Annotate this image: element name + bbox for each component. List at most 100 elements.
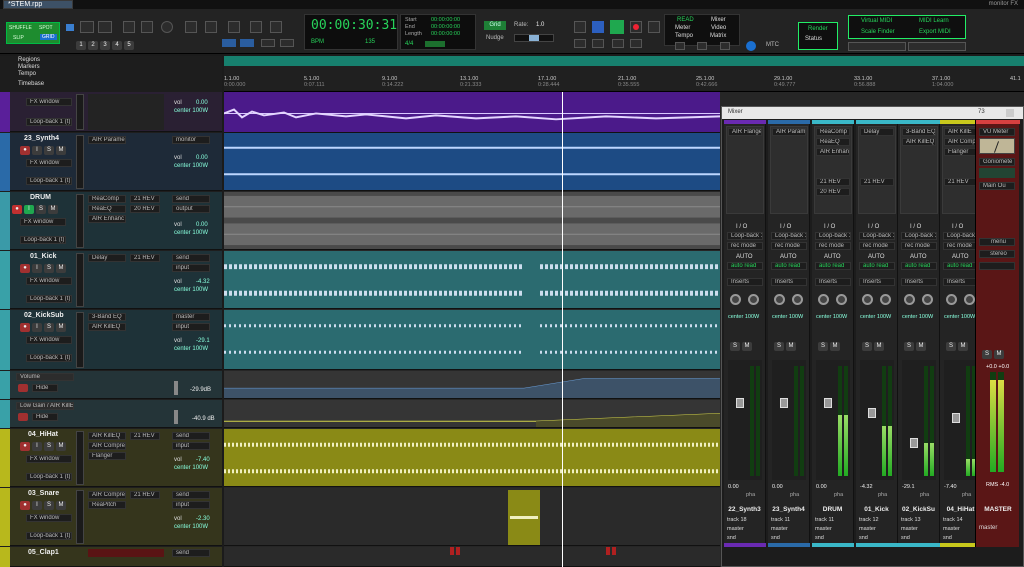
zoom-2-button[interactable]: 2 (88, 41, 98, 50)
clip-kicksub[interactable] (224, 310, 720, 370)
envelope-lowgain-lane[interactable] (224, 400, 720, 428)
mixer-strip-name[interactable]: 23_Synth4 (768, 506, 809, 513)
insert-slot-2[interactable]: ReaEQ (88, 205, 126, 213)
mixer-send-slot[interactable]: 21 REV (860, 178, 894, 186)
mixer-auto-mode-select[interactable]: auto read (771, 262, 807, 270)
status-button[interactable]: Status (805, 36, 822, 42)
redo-icon[interactable] (697, 42, 707, 50)
mixer-pan-value[interactable]: center 100W (944, 314, 975, 320)
mixer-send-route[interactable]: snd (859, 535, 868, 541)
output-select[interactable]: output (172, 205, 210, 213)
mixer-insert-slot[interactable]: AIR KillE (944, 128, 978, 136)
length-value[interactable]: 00:00:00:00 (431, 31, 460, 37)
solo-button[interactable]: S (44, 442, 54, 451)
mirror-midi-icon[interactable] (261, 39, 275, 47)
gear-icon[interactable] (908, 42, 966, 51)
insert-slot-1[interactable]: AIR Parame (88, 136, 126, 144)
bpm-value[interactable]: 135 (365, 39, 375, 45)
output-select[interactable]: monitor (172, 136, 210, 144)
start-value[interactable]: 00:00:00:00 (431, 17, 460, 23)
loopback-select[interactable]: Loop-back 1 (t) / - (26, 354, 72, 362)
send-knob[interactable] (836, 294, 847, 305)
help-icon[interactable] (746, 41, 756, 51)
mixer-pan-value[interactable]: center 100W (902, 314, 933, 320)
insert-slot-2[interactable]: AIR KillEQ (88, 323, 126, 331)
fx-window-button[interactable]: FX window (26, 336, 72, 344)
mute-button[interactable]: M (56, 146, 66, 155)
mixer-loopback-select[interactable]: Loop-back 1 (t) / - (859, 232, 895, 240)
clap-clip-2[interactable] (456, 547, 460, 555)
mixer-vol-value[interactable]: 0.00 (816, 484, 827, 490)
master-io-select[interactable] (979, 262, 1015, 270)
rate-slider-thumb[interactable] (529, 35, 539, 41)
mixer-loopback-select[interactable]: Loop-back 1 (t) / - (943, 232, 979, 240)
track-header-hihat[interactable]: 04_HiHat ● I S M FX window Loop-back 1 (t) … (0, 429, 222, 487)
track-header-kicksub[interactable]: 02_KickSub ● I S M FX window Loop-back 1 (t… (0, 310, 222, 370)
send-knob[interactable] (792, 294, 803, 305)
mixer-rec-mode-select[interactable]: rec mode (943, 242, 979, 250)
undo-icon[interactable] (675, 42, 685, 50)
rate-slider[interactable] (514, 34, 554, 42)
send-slot-1[interactable]: 21 REV (130, 195, 160, 203)
smart-tool-icon[interactable] (270, 21, 282, 33)
mute-button[interactable]: M (56, 264, 66, 273)
mixer-strip-name[interactable]: 02_KickSu (898, 506, 939, 513)
send-select[interactable]: send (172, 432, 210, 440)
record-arm-icon[interactable]: ● (20, 323, 30, 332)
clip-snare[interactable] (508, 490, 540, 545)
read-mode[interactable]: READ (677, 17, 694, 23)
mixer-loopback-select[interactable]: Loop-back 1 (t) / - (771, 232, 807, 240)
solo-button[interactable]: S (44, 146, 54, 155)
midi-learn-button[interactable]: MIDI Learn (919, 18, 949, 24)
mixer-insert-slot[interactable]: 3-Band EQ (902, 128, 936, 136)
phase-button[interactable]: pha (962, 492, 971, 498)
phase-button[interactable]: pha (878, 492, 887, 498)
tab-to-transient-icon[interactable] (240, 39, 254, 47)
project-tab[interactable]: *STEM.rpp (3, 0, 73, 9)
insert-rack[interactable] (770, 126, 808, 214)
lowgain-envelope-line[interactable] (224, 400, 720, 427)
track-header-drum[interactable]: DRUM ●ISM FX window Loop-back 1 (t) / - … (0, 192, 222, 250)
mixer-master-route[interactable]: master (815, 526, 832, 532)
mixer-strip-name[interactable]: DRUM (812, 506, 853, 513)
mixer-titlebar[interactable]: Mixer 73 (722, 107, 1023, 119)
loopback-select[interactable]: Loop-back 1 (t) / - (26, 177, 72, 185)
input-select[interactable]: input (172, 442, 210, 450)
mixer-vol-value[interactable]: 0.00 (728, 484, 739, 490)
mixer-master-route[interactable]: master (901, 526, 918, 532)
mixer-vol-value[interactable]: -29.1 (902, 484, 915, 490)
mixer-send-route[interactable]: snd (901, 535, 910, 541)
main-counter[interactable]: 00:00:30:31 BPM 135 (304, 14, 398, 50)
mixer-solo-button[interactable]: S (818, 342, 828, 351)
clip-synth3[interactable] (224, 92, 720, 133)
zoom-3-button[interactable]: 3 (100, 41, 110, 50)
track-header-synth4[interactable]: 23_Synth4 ● I S M FX window Loop-back 1 (t)… (0, 133, 222, 191)
slip-button[interactable]: SLIP (13, 35, 24, 41)
clap-clip-4[interactable] (612, 547, 616, 555)
solo-button[interactable]: S (44, 323, 54, 332)
mixer-solo-button[interactable]: S (774, 342, 784, 351)
clip-hihat[interactable] (224, 429, 720, 487)
master-solo-button[interactable]: S (982, 350, 992, 359)
matrix-view[interactable]: Matrix (710, 33, 726, 39)
mute-button[interactable]: M (56, 501, 66, 510)
mute-button[interactable]: M (56, 323, 66, 332)
mixer-pan-value[interactable]: center 100W (816, 314, 847, 320)
send-knob[interactable] (964, 294, 975, 305)
mixer-strip-name[interactable]: 22_Synth3 (724, 506, 765, 513)
pan-value[interactable]: center 100W (174, 108, 208, 114)
export-midi-button[interactable]: Export MIDI (919, 29, 951, 35)
mixer-solo-button[interactable]: S (904, 342, 914, 351)
mixer-mute-button[interactable]: M (916, 342, 926, 351)
loopback-select[interactable]: Loop-back 1 (t) / - (26, 473, 72, 481)
send-knob[interactable] (904, 294, 915, 305)
mixer-pan-value[interactable]: center 100W (772, 314, 803, 320)
envelope-fader[interactable] (174, 410, 178, 424)
send-knob[interactable] (748, 294, 759, 305)
trim-tool-icon[interactable] (185, 21, 197, 33)
insertion-follows-icon[interactable] (280, 39, 294, 47)
input-monitor-button[interactable]: I (32, 501, 42, 510)
mixer-rec-mode-select[interactable]: rec mode (771, 242, 807, 250)
envelope-arm-icon[interactable] (18, 413, 28, 421)
close-icon[interactable] (1006, 109, 1014, 117)
